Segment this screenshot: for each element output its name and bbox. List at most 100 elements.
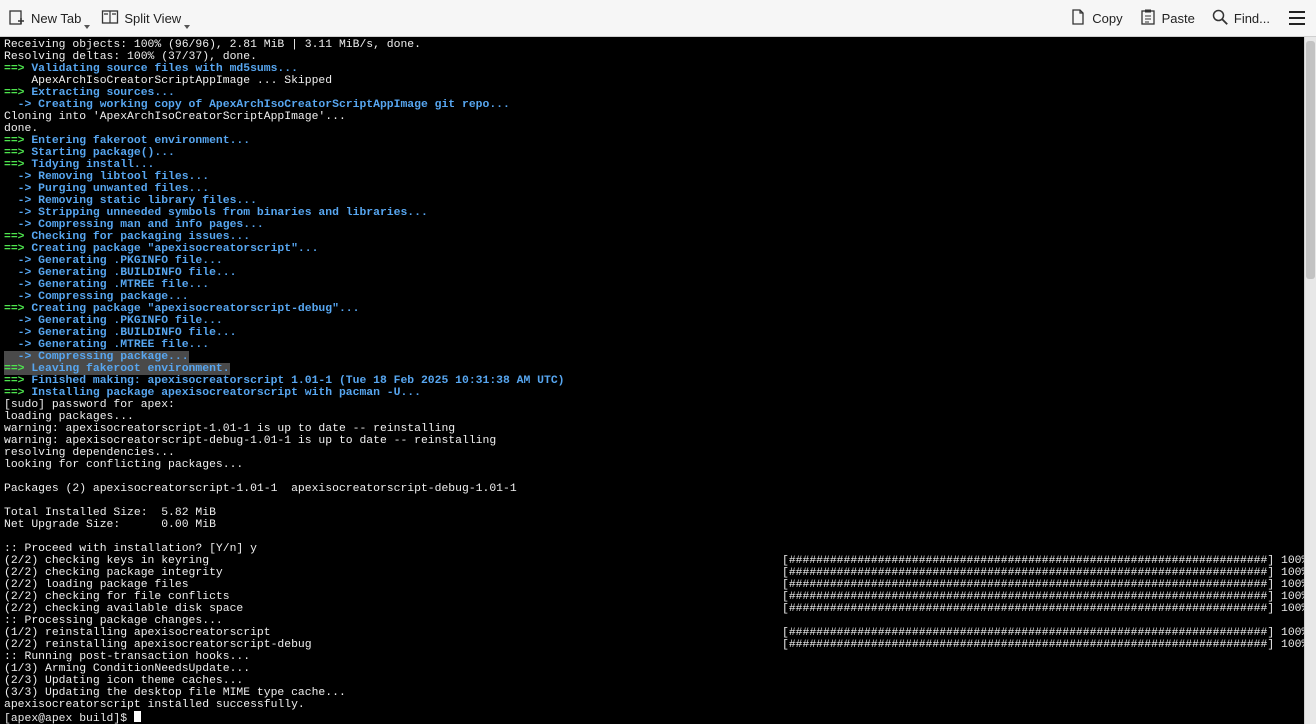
terminal-text: -> Stripping unneeded symbols from binar… bbox=[4, 207, 428, 219]
find-button[interactable]: Find... bbox=[1203, 0, 1278, 37]
terminal-line: :: Processing package changes... bbox=[4, 615, 1304, 627]
chevron-down-icon[interactable] bbox=[184, 24, 191, 29]
terminal-text: ApexArchIsoCreatorScriptAppImage ... Ski… bbox=[4, 75, 333, 87]
terminal-text: (2/2) checking available disk space bbox=[4, 603, 244, 615]
terminal-line: Resolving deltas: 100% (37/37), done. bbox=[4, 51, 1304, 63]
progress-bar-text: [#######################################… bbox=[782, 639, 1304, 651]
terminal-line: looking for conflicting packages... bbox=[4, 459, 1304, 471]
terminal-text: :: Proceed with installation? [Y/n] y bbox=[4, 543, 257, 555]
new-tab-label: New Tab bbox=[31, 10, 82, 26]
terminal-line: ==> Tidying install... bbox=[4, 159, 1304, 171]
terminal-text: loading packages... bbox=[4, 411, 134, 423]
scrollbar[interactable] bbox=[1304, 37, 1316, 724]
copy-icon bbox=[1069, 8, 1087, 29]
terminal-line: -> Generating .PKGINFO file... bbox=[4, 315, 1304, 327]
copy-label: Copy bbox=[1092, 10, 1123, 26]
progress-bar-text: [#######################################… bbox=[782, 627, 1304, 639]
terminal-line: ==> Finished making: apexisocreatorscrip… bbox=[4, 375, 1304, 387]
split-view-button[interactable]: Split View bbox=[93, 0, 191, 37]
terminal-text: Installing package apexisocreatorscript … bbox=[31, 387, 421, 399]
progress-bar-text: [#######################################… bbox=[782, 567, 1304, 579]
terminal-text: Packages (2) apexisocreatorscript-1.01-1… bbox=[4, 483, 517, 495]
terminal-line: (2/2) checking available disk space [####… bbox=[4, 603, 1304, 615]
terminal-text: Cloning into 'ApexArchIsoCreatorScriptAp… bbox=[4, 111, 346, 123]
terminal-line: (2/2) checking for file conflicts [######… bbox=[4, 591, 1304, 603]
chevron-down-icon[interactable] bbox=[84, 24, 91, 29]
progress-bar-text: [#######################################… bbox=[782, 591, 1304, 603]
terminal-text: -> Removing libtool files... bbox=[4, 171, 210, 183]
terminal-text: ==> bbox=[4, 387, 32, 399]
terminal-line: loading packages... bbox=[4, 411, 1304, 423]
terminal-line: Net Upgrade Size: 0.00 MiB bbox=[4, 519, 1304, 531]
terminal-line: ApexArchIsoCreatorScriptAppImage ... Ski… bbox=[4, 75, 1304, 87]
terminal-line: :: Running post-transaction hooks... bbox=[4, 651, 1304, 663]
terminal-line: [sudo] password for apex: bbox=[4, 399, 1304, 411]
terminal-line: Cloning into 'ApexArchIsoCreatorScriptAp… bbox=[4, 111, 1304, 123]
terminal-text: warning: apexisocreatorscript-debug-1.01… bbox=[4, 435, 497, 447]
terminal-text: ==> bbox=[4, 231, 32, 243]
text-cursor bbox=[133, 711, 141, 722]
terminal-line: (2/2) loading package files [############… bbox=[4, 579, 1304, 591]
terminal-line: ==> Checking for packaging issues... bbox=[4, 231, 1304, 243]
terminal-text: Extracting sources... bbox=[31, 87, 175, 99]
terminal-text: resolving dependencies... bbox=[4, 447, 175, 459]
terminal-text: Starting package()... bbox=[31, 147, 175, 159]
terminal-text: -> Compressing package... bbox=[4, 351, 189, 363]
paste-button[interactable]: Paste bbox=[1131, 0, 1203, 37]
terminal-line: -> Generating .PKGINFO file... bbox=[4, 255, 1304, 267]
terminal-text: Creating package "apexisocreatorscript".… bbox=[31, 243, 319, 255]
new-tab-button[interactable]: New Tab bbox=[0, 0, 91, 37]
terminal-text: :: Running post-transaction hooks... bbox=[4, 651, 251, 663]
prompt-line[interactable]: [apex@apex build]$ bbox=[4, 711, 1304, 724]
terminal-line: -> Compressing man and info pages... bbox=[4, 219, 1304, 231]
terminal-line: (1/3) Arming ConditionNeedsUpdate... bbox=[4, 663, 1304, 675]
terminal-text: -> Generating .BUILDINFO file... bbox=[4, 267, 237, 279]
terminal-text: ==> bbox=[4, 135, 32, 147]
terminal-output[interactable]: Receiving objects: 100% (96/96), 2.81 Mi… bbox=[0, 37, 1304, 724]
terminal-text: Resolving deltas: 100% (37/37), done. bbox=[4, 51, 257, 63]
terminal-text: ==> bbox=[4, 87, 32, 99]
terminal-line: ==> Leaving fakeroot environment. bbox=[4, 363, 1304, 375]
terminal-line: -> Removing static library files... bbox=[4, 195, 1304, 207]
terminal-line: (2/3) Updating icon theme caches... bbox=[4, 675, 1304, 687]
paste-icon bbox=[1139, 8, 1157, 29]
copy-button[interactable]: Copy bbox=[1061, 0, 1130, 37]
terminal-text: ==> bbox=[4, 363, 32, 375]
terminal-text: warning: apexisocreatorscript-1.01-1 is … bbox=[4, 423, 456, 435]
terminal-text: Entering fakeroot environment... bbox=[31, 135, 251, 147]
terminal-line: -> Compressing package... bbox=[4, 351, 1304, 363]
terminal-text: ==> bbox=[4, 159, 32, 171]
terminal-line: :: Proceed with installation? [Y/n] y bbox=[4, 543, 1304, 555]
terminal-text: (2/2) loading package files bbox=[4, 579, 189, 591]
terminal-text: Creating package "apexisocreatorscript-d… bbox=[31, 303, 360, 315]
terminal-text: ==> bbox=[4, 243, 32, 255]
terminal-text: Finished making: apexisocreatorscript 1.… bbox=[31, 375, 565, 387]
terminal-text: ==> bbox=[4, 375, 32, 387]
terminal-line: warning: apexisocreatorscript-1.01-1 is … bbox=[4, 423, 1304, 435]
scrollbar-thumb[interactable] bbox=[1306, 41, 1315, 279]
terminal-text: -> Compressing package... bbox=[4, 291, 189, 303]
terminal-text: (2/3) Updating icon theme caches... bbox=[4, 675, 244, 687]
progress-bar-text: [#######################################… bbox=[782, 579, 1304, 591]
terminal-line: Total Installed Size: 5.82 MiB bbox=[4, 507, 1304, 519]
terminal-text: Net Upgrade Size: 0.00 MiB bbox=[4, 519, 216, 531]
terminal-line: apexisocreatorscript installed successfu… bbox=[4, 699, 1304, 711]
terminal-text: (1/2) reinstalling apexisocreatorscript bbox=[4, 627, 271, 639]
new-tab-icon bbox=[8, 8, 26, 29]
terminal-line: (2/2) reinstalling apexisocreatorscript-… bbox=[4, 639, 1304, 651]
terminal-text: Validating source files with md5sums... bbox=[31, 63, 298, 75]
terminal-line: ==> Entering fakeroot environment... bbox=[4, 135, 1304, 147]
search-icon bbox=[1211, 8, 1229, 29]
terminal-text: Receiving objects: 100% (96/96), 2.81 Mi… bbox=[4, 39, 421, 51]
terminal-line: warning: apexisocreatorscript-debug-1.01… bbox=[4, 435, 1304, 447]
terminal-line: Packages (2) apexisocreatorscript-1.01-1… bbox=[4, 483, 1304, 495]
terminal-line: ==> Validating source files with md5sums… bbox=[4, 63, 1304, 75]
terminal-line: ==> Extracting sources... bbox=[4, 87, 1304, 99]
hamburger-menu-icon[interactable] bbox=[1278, 0, 1316, 37]
terminal-text: (3/3) Updating the desktop file MIME typ… bbox=[4, 687, 346, 699]
terminal-text: -> Creating working copy of ApexArchIsoC… bbox=[4, 99, 510, 111]
terminal-text: done. bbox=[4, 123, 39, 135]
terminal-text: -> Removing static library files... bbox=[4, 195, 257, 207]
terminal-line: -> Generating .BUILDINFO file... bbox=[4, 327, 1304, 339]
